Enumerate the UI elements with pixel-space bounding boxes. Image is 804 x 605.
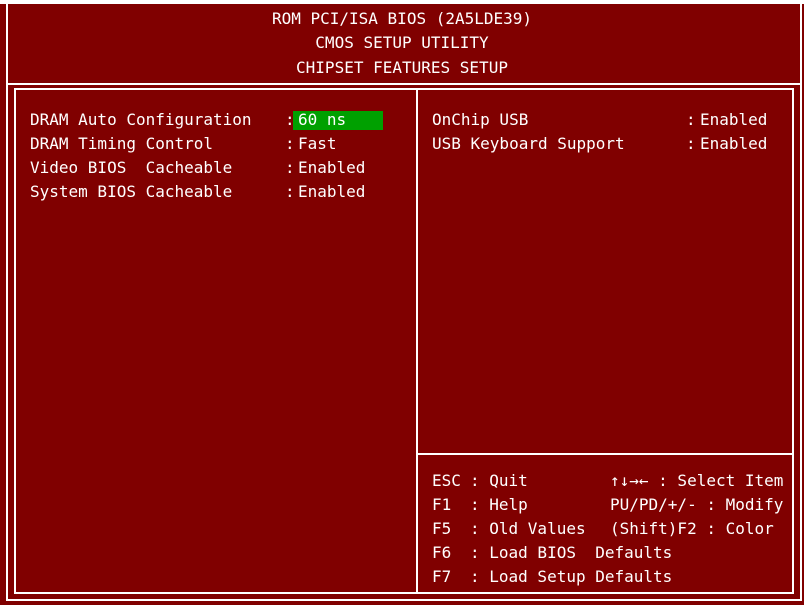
help-key-f6: F6 (432, 543, 452, 562)
help-key-f1: F1 (432, 495, 452, 514)
outer-border-left (6, 4, 8, 601)
help-divider (416, 453, 794, 455)
header-divider (6, 83, 802, 85)
setting-label: DRAM Timing Control (30, 134, 214, 153)
inner-border-bottom (14, 592, 794, 594)
help-desc-quit: : Quit (470, 471, 528, 490)
bios-screen: ROM PCI/ISA BIOS (2A5LDE39) CMOS SETUP U… (0, 4, 804, 605)
utility-title: CMOS SETUP UTILITY (315, 33, 489, 52)
setting-separator: : (686, 134, 696, 153)
help-desc-load-bios-defaults: : Load BIOS Defaults (470, 543, 673, 562)
help-key-esc: ESC (432, 471, 461, 490)
page-title: CHIPSET FEATURES SETUP (296, 58, 508, 77)
inner-border-right (792, 88, 794, 594)
setting-value[interactable]: Enabled (298, 158, 365, 178)
bios-version-title: ROM PCI/ISA BIOS (2A5LDE39) (271, 9, 533, 28)
help-key-f5: F5 (432, 519, 452, 538)
setting-value[interactable]: Enabled (700, 134, 767, 154)
header-divider-inner (14, 88, 794, 90)
help-desc-modify: PU/PD/+/- : Modify (610, 495, 784, 514)
help-desc-help: : Help (470, 495, 528, 514)
inner-border-left (14, 88, 16, 594)
setting-label: System BIOS Cacheable (30, 182, 233, 201)
setting-label: DRAM Auto Configuration (30, 110, 252, 129)
setting-label: OnChip USB (432, 110, 529, 129)
setting-value[interactable]: Fast (298, 134, 337, 154)
help-desc-color: (Shift)F2 : Color (610, 519, 774, 538)
help-desc-load-setup-defaults: : Load Setup Defaults (470, 567, 673, 586)
setting-value[interactable]: Enabled (298, 182, 365, 202)
setting-label: USB Keyboard Support (432, 134, 625, 153)
setting-value[interactable]: Enabled (700, 110, 767, 130)
setting-separator: : (686, 110, 696, 129)
help-desc-old-values: : Old Values (470, 519, 586, 538)
outer-border-bottom (6, 599, 802, 601)
setting-separator: : (285, 158, 295, 177)
outer-border-right (800, 4, 802, 601)
help-key-f7: F7 (432, 567, 452, 586)
setting-label: Video BIOS Cacheable (30, 158, 233, 177)
setting-separator: : (285, 134, 295, 153)
column-divider (416, 88, 418, 594)
setting-value-selected[interactable]: 60 ns (298, 110, 346, 130)
setting-separator: : (285, 182, 295, 201)
help-desc-select-item: ↑↓→← : Select Item (610, 471, 784, 490)
